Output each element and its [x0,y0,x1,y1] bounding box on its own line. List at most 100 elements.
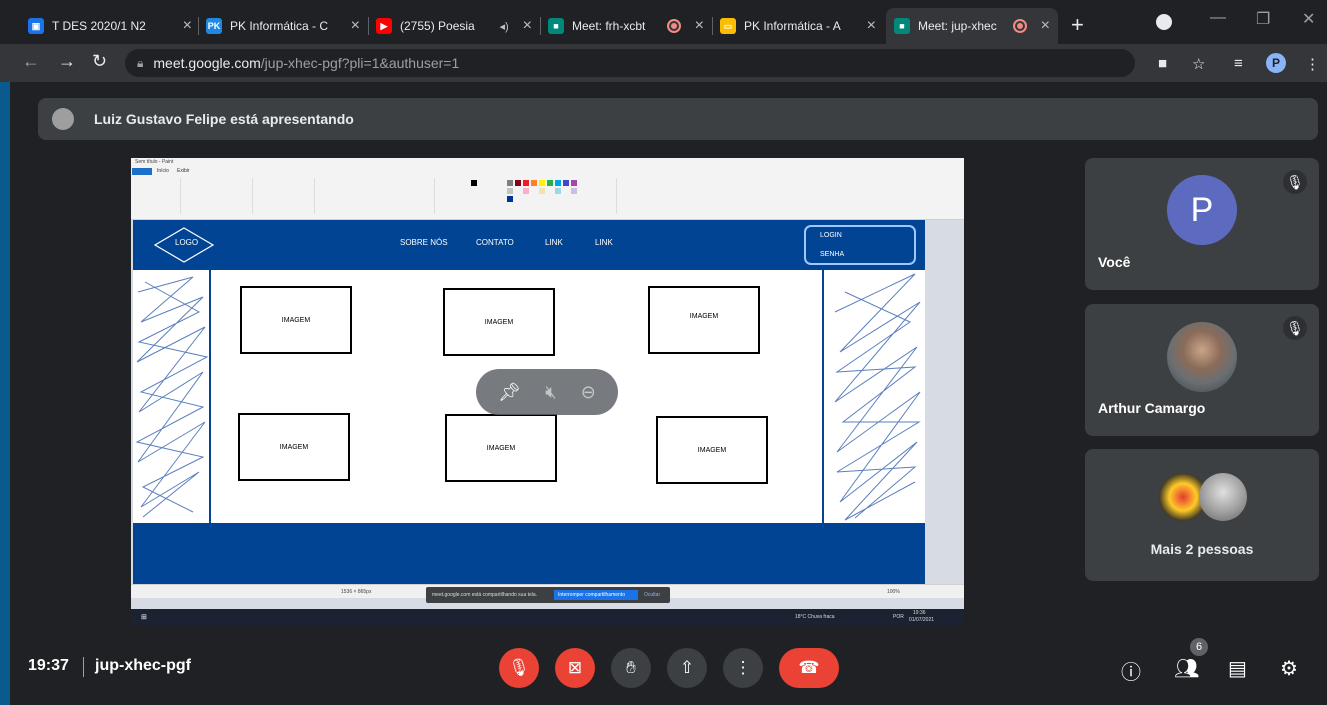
close-icon[interactable]: × [695,17,704,35]
tab-title: T DES 2020/1 N2 [52,19,146,33]
image-label: IMAGEM [281,316,311,324]
chat-icon[interactable]: ▤ [1228,656,1247,681]
raise-hand-button[interactable]: ✋︎ [611,648,651,688]
people-icon[interactable]: 👥︎ [1174,656,1199,681]
mockup-image-box: IMAGEM [648,286,760,354]
more-participants-tile[interactable]: Mais 2 pessoas [1085,449,1319,581]
leave-call-button[interactable]: ☎︎ [779,648,839,688]
back-icon[interactable]: ← [22,51,40,72]
color-swatch [523,188,529,194]
close-window-icon[interactable]: ✕ [1302,9,1315,29]
hide-button[interactable]: Ocultar [644,592,660,598]
url-host: meet.google.com [153,55,261,71]
paint-file-tab [132,168,152,175]
browser-tab[interactable]: ■ Meet: frh-xcbt × [540,8,712,44]
unpin-icon[interactable]: 📌︎ [498,382,521,403]
stop-sharing-button[interactable]: Interromper compartilhamento [554,590,638,600]
lock-icon[interactable]: 🔒︎ [137,56,143,71]
color-swatch [471,180,477,186]
people-icon: ▣ [28,18,44,34]
close-icon[interactable]: × [1041,17,1050,35]
participant-tile-self[interactable]: P 🎙︎ Você [1085,158,1319,290]
close-icon[interactable]: × [867,17,876,35]
browser-tab[interactable]: ▣ T DES 2020/1 N2 × [20,8,200,44]
camera-off-icon: ⊠ [567,658,583,677]
restore-icon[interactable]: ❐ [1256,9,1270,29]
profile-avatar[interactable]: P [1266,53,1286,73]
screen-share-notification: meet.google.com está compartilhando sua … [426,587,670,603]
tab-title: PK Informática - A [744,19,841,33]
more-options-button[interactable]: ⋮ [723,648,763,688]
present-icon: ⇧ [679,658,695,677]
address-bar[interactable]: 🔒︎ meet.google.com/jup-xhec-pgf?pli=1&au… [125,49,1135,77]
close-icon[interactable]: × [351,17,360,35]
paint-tab: Início [157,168,169,174]
meet-stage: Luiz Gustavo Felipe está apresentando Se… [10,82,1327,705]
reload-icon[interactable]: ↻ [92,51,107,72]
taskbar-language: POR [893,614,904,620]
mockup-image-box: IMAGEM [238,413,350,481]
avatar [1167,322,1237,392]
mockup-image-box: IMAGEM [656,416,768,484]
paint-tab: Exibir [177,168,190,174]
bookmark-star-icon[interactable]: ☆ [1192,55,1205,73]
remove-icon[interactable]: ⊖ [581,382,596,403]
color-swatch [555,180,561,186]
minimize-icon[interactable]: — [1210,9,1226,27]
tab-title: Meet: jup-xhec [918,19,997,33]
tile-overlay-controls: 📌︎ 🔇︎ ⊖ [476,369,618,415]
more-vert-icon: ⋮ [734,658,752,677]
mockup-image-box: IMAGEM [445,414,557,482]
browser-tab-active[interactable]: ■ Meet: jup-xhec × [886,8,1058,44]
recording-icon [1014,21,1025,31]
browser-tab[interactable]: ▶ (2755) Poesia ◂) × [368,8,540,44]
tab-title: (2755) Poesia [400,19,475,33]
camera-in-use-icon[interactable]: ■ [1158,55,1167,72]
meeting-code: jup-xhec-pgf [95,657,191,674]
activities-icon[interactable]: ⚙︎ [1280,656,1298,681]
avatar: P [1167,175,1237,245]
mockup-senha: SENHA [820,251,845,258]
participant-tile[interactable]: 🎙︎ Arthur Camargo [1085,304,1319,436]
tab-search-icon[interactable] [1156,14,1172,30]
browser-tab[interactable]: ▭ PK Informática - A × [712,8,884,44]
mockup-nav-link: LINK [595,238,613,247]
new-tab-button[interactable]: + [1071,12,1084,38]
mic-toggle-button[interactable]: 🎙︎ [499,648,539,688]
color-swatch [523,180,529,186]
mockup-login-box: LOGIN SENHA [804,225,916,265]
close-icon[interactable]: × [523,17,532,35]
close-icon[interactable]: × [183,17,192,35]
clock-divider [83,657,84,677]
mockup-image-box: IMAGEM [443,288,555,356]
paint-ribbon: Sem título - Paint Início Exibir [131,158,964,220]
present-screen-button[interactable]: ⇧ [667,648,707,688]
windows-start-icon: ⊞ [141,614,147,621]
people-count-badge: 6 [1190,638,1208,656]
color-swatch [563,180,569,186]
zoom-level: 100% [887,589,900,595]
taskbar-time: 19:36 [913,610,926,616]
mic-off-icon: 🎙︎ [1283,170,1307,194]
right-scribble-drawing [834,273,921,521]
info-icon[interactable]: ⓘ [1121,656,1141,685]
media-control-icon[interactable]: ≡ [1234,55,1243,72]
browser-tab[interactable]: PK PK Informática - C × [198,8,368,44]
more-participants-label: Mais 2 pessoas [1150,541,1254,557]
participant-name: Arthur Camargo [1098,400,1206,416]
stop-sharing-label: Interromper compartilhamento [558,592,625,598]
image-label: IMAGEM [697,446,727,454]
more-vert-icon[interactable]: ⋮ [1305,55,1320,73]
mockup-left-border [209,270,211,523]
color-swatch [539,188,545,194]
browser-toolbar: ← → ↻ 🔒︎ meet.google.com/jup-xhec-pgf?pl… [0,44,1327,82]
camera-toggle-button[interactable]: ⊠ [555,648,595,688]
forward-icon[interactable]: → [58,51,76,72]
left-scribble-drawing [135,276,209,518]
mic-off-icon: 🎙︎ [1283,316,1307,340]
color-swatch [507,180,513,186]
speaker-icon[interactable]: ◂) [499,20,508,33]
browser-tabstrip: ▣ T DES 2020/1 N2 × PK PK Informática - … [0,0,1327,44]
meet-icon: ■ [894,18,910,34]
mute-audio-icon[interactable]: 🔇︎ [545,382,556,403]
